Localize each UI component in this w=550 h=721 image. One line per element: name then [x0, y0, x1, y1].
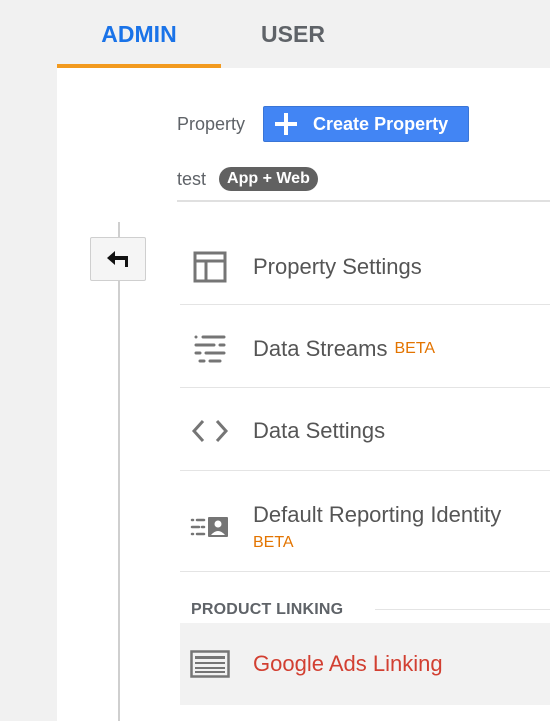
menu-item-default-reporting-identity[interactable]: Default Reporting Identity BETA [180, 482, 550, 572]
tab-bar: ADMIN USER [0, 0, 550, 68]
section-header-product-linking: PRODUCT LINKING [191, 601, 344, 618]
divider [180, 304, 550, 305]
menu-item-label: Data Streams [253, 336, 388, 361]
tab-user[interactable]: USER [221, 0, 365, 68]
property-label: Property [177, 113, 246, 134]
property-type-badge: App + Web [219, 167, 318, 191]
back-arrow-icon [107, 251, 128, 267]
divider [180, 470, 550, 471]
property-header: Property Create Property [177, 106, 470, 142]
menu-item-label: Default Reporting Identity [253, 502, 502, 527]
divider [375, 609, 550, 610]
beta-badge: BETA [253, 534, 294, 551]
menu-item-label: Data Settings [253, 418, 386, 443]
property-selector[interactable]: test App + Web [177, 165, 318, 193]
reporting-identity-icon [190, 515, 230, 539]
code-brackets-icon [190, 418, 230, 444]
menu-item-property-settings[interactable]: Property Settings [180, 231, 550, 303]
divider [180, 571, 550, 572]
plus-icon [275, 113, 298, 135]
tab-admin[interactable]: ADMIN [57, 0, 221, 68]
menu-item-data-streams[interactable]: Data Streams BETA [180, 313, 550, 385]
menu-item-label: Google Ads Linking [253, 651, 443, 676]
collapse-back-button[interactable] [90, 237, 146, 281]
beta-badge: BETA [394, 340, 436, 357]
menu-item-google-ads-linking[interactable]: Google Ads Linking [180, 623, 550, 705]
google-ads-icon [190, 650, 230, 678]
menu-item-label: Property Settings [253, 254, 422, 279]
menu-item-data-settings[interactable]: Data Settings [180, 395, 550, 467]
column-divider [118, 222, 120, 721]
property-settings-icon [190, 251, 230, 283]
divider [180, 387, 550, 388]
admin-panel: Property Create Property test App + Web … [57, 68, 550, 721]
create-property-button[interactable]: Create Property [263, 106, 470, 142]
divider [177, 200, 550, 202]
create-property-label: Create Property [313, 113, 449, 134]
data-streams-icon [190, 333, 230, 365]
menu-item-text: Default Reporting Identity BETA [253, 502, 501, 552]
property-name: test [177, 168, 207, 189]
